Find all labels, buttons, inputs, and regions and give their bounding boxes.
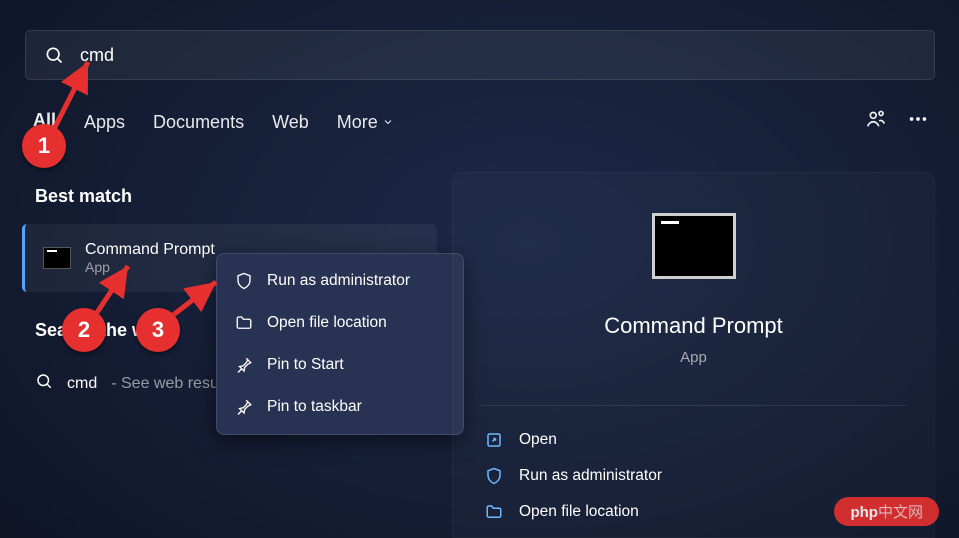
tab-documents[interactable]: Documents [153,112,244,139]
filter-tabs: All Apps Documents Web More [33,110,394,140]
annotation-badge-2: 2 [62,308,106,352]
action-label: Run as administrator [519,467,662,485]
pin-icon [235,356,253,374]
search-input[interactable] [80,45,916,66]
annotation-badge-1: 1 [22,124,66,168]
watermark-a: php [850,504,878,521]
menu-label: Pin to Start [267,356,344,374]
search-icon [44,45,64,65]
open-icon [485,431,503,449]
menu-run-as-administrator[interactable]: Run as administrator [217,260,463,302]
pane-title: Command Prompt [453,313,934,339]
folder-icon [235,314,253,332]
action-label: Open file location [519,503,639,521]
best-match-heading: Best match [35,186,132,207]
folder-icon [485,503,503,521]
more-horizontal-icon[interactable] [907,108,929,130]
search-web-item[interactable]: cmd - See web results [35,372,235,395]
search-icon [35,372,53,390]
pane-subtitle: App [453,349,934,366]
pane-action-run-as-administrator[interactable]: Run as administrator [481,458,906,494]
shield-icon [485,467,503,485]
shield-icon [235,272,253,290]
tab-apps[interactable]: Apps [84,112,125,139]
pane-action-open[interactable]: Open [481,422,906,458]
result-subtitle: App [85,259,215,275]
details-pane: Command Prompt App Open Run as administr… [452,172,935,538]
watermark: php中文网 [834,497,939,526]
action-label: Open [519,431,557,449]
menu-label: Run as administrator [267,272,410,290]
result-title: Command Prompt [85,241,215,259]
command-prompt-icon [652,213,736,279]
tab-web[interactable]: Web [272,112,309,139]
context-menu: Run as administrator Open file location … [216,253,464,435]
annotation-badge-3: 3 [136,308,180,352]
menu-label: Pin to taskbar [267,398,362,416]
tab-more-label: More [337,112,378,133]
command-prompt-icon [43,247,71,269]
watermark-b: 中文网 [878,504,923,521]
menu-label: Open file location [267,314,387,332]
pin-icon [235,398,253,416]
menu-open-file-location[interactable]: Open file location [217,302,463,344]
menu-pin-to-start[interactable]: Pin to Start [217,344,463,386]
chevron-down-icon [382,116,394,128]
menu-pin-to-taskbar[interactable]: Pin to taskbar [217,386,463,428]
search-bar[interactable] [25,30,935,80]
tab-more[interactable]: More [337,112,394,139]
web-query: cmd [67,375,97,393]
accounts-icon[interactable] [865,108,887,130]
